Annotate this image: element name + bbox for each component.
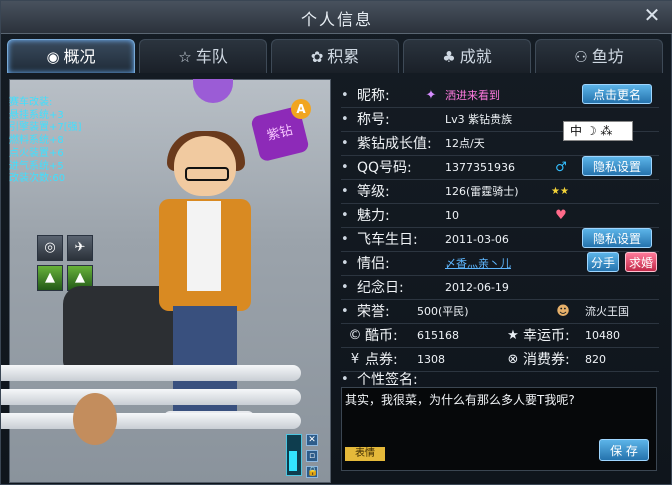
skill-slot-2[interactable]: ✈ <box>67 235 93 261</box>
heart-icon: ♥ <box>555 208 567 223</box>
overview-icon: ◉ <box>46 48 60 66</box>
fish-icon: ⚇ <box>574 48 588 66</box>
level-row: • 等级: 126(雷霆骑士) ★★ <box>341 184 569 200</box>
consumption-row: ⊗ 消费券: 820 <box>503 349 663 371</box>
skill-slot-3[interactable]: ▲ <box>37 265 63 291</box>
overlay-bar-1 <box>1 365 301 381</box>
voucher-row: ¥ 点券: 1308 <box>341 349 501 371</box>
divider <box>341 107 659 108</box>
star-icon: ☆ <box>178 48 192 66</box>
propose-button[interactable]: 求婚 <box>625 252 657 272</box>
signature-text: 其实，我很菜，为什么有那么多人要T我呢? <box>345 393 575 407</box>
lucky-star-icon: ★ <box>507 328 519 343</box>
tab-bar: ◉ 概况 ☆ 车队 ✿ 积累 ♣ 成就 ⚇ 鱼坊 <box>7 39 667 73</box>
breakup-button[interactable]: 分手 <box>587 252 619 272</box>
kingdom-icon: ☻ <box>556 304 570 319</box>
close-icon[interactable]: ✕ <box>641 4 663 26</box>
scroll-thumb[interactable] <box>289 451 297 471</box>
star-rank-icon: ★★ <box>551 186 569 197</box>
emoji-button[interactable]: 表情 <box>345 447 385 461</box>
overlay-bar-2 <box>1 389 301 405</box>
profile-window: 个人信息 ✕ ◉ 概况 ☆ 车队 ✿ 积累 ♣ 成就 ⚇ 鱼坊 赛车改装: 悬挂系统+3 … <box>0 0 672 485</box>
tab-achievement[interactable]: ♣ 成就 <box>403 39 531 73</box>
avatar-glasses <box>185 167 229 181</box>
avatar-shirt <box>187 201 221 291</box>
divider <box>341 275 659 276</box>
coolcoin-row: © 酷币: 615168 <box>348 328 460 344</box>
coolcoin-icon: © <box>348 328 362 343</box>
tab-team[interactable]: ☆ 车队 <box>139 39 267 73</box>
divider <box>341 203 659 204</box>
consumption-icon: ⊗ <box>507 352 519 367</box>
tuning-stats: 赛车改装: 悬挂系统+3 引擎装置+7[强] 燃料系统+8 点火装置+6 进气系… <box>9 97 82 185</box>
voucher-icon: ¥ <box>350 352 360 367</box>
save-button[interactable]: 保 存 <box>599 439 649 461</box>
tab-fish[interactable]: ⚇ 鱼坊 <box>535 39 663 73</box>
ime-toolbar[interactable]: 中 ☽ ⁂ <box>563 121 633 141</box>
overlay-bar-3 <box>1 413 301 429</box>
divider <box>341 179 659 180</box>
achievement-icon: ♣ <box>442 48 456 66</box>
expand-icon[interactable]: ✕ <box>306 434 318 446</box>
divider <box>341 323 659 324</box>
pet-avatar <box>73 393 117 445</box>
privacy-settings-button-2[interactable]: 隐私设置 <box>582 228 652 248</box>
privacy-settings-button-1[interactable]: 隐私设置 <box>582 156 652 176</box>
nickname-icon: ✦ <box>425 88 437 103</box>
avatar-head <box>174 136 236 196</box>
divider <box>341 299 659 300</box>
lock-icon[interactable]: 🔒 <box>306 466 318 478</box>
tab-accumulation[interactable]: ✿ 积累 <box>271 39 399 73</box>
rename-button[interactable]: 点击更名 <box>582 84 652 104</box>
vertical-scrollbar[interactable] <box>286 434 302 476</box>
window-title: 个人信息 <box>300 10 373 29</box>
partner-link[interactable]: 〆香灬亲丶儿 <box>445 253 511 275</box>
info-panel: • 昵称: ✦ 洒进来看到 点击更名 • 称号: Lv3 紫钻贵族 • 紫钻成长值: … <box>337 79 667 483</box>
badge-level-icon: A <box>291 99 311 119</box>
title-bar: 个人信息 ✕ <box>1 1 672 34</box>
skill-slot-1[interactable]: ◎ <box>37 235 63 261</box>
charm-row: • 魅力: 10 ♥ <box>341 205 663 227</box>
honor-row: • 荣誉: 500(平民) ☻ 流火王国 <box>341 304 629 320</box>
restore-icon[interactable]: ▫ <box>306 450 318 462</box>
divider <box>341 347 659 348</box>
male-icon: ♂ <box>555 160 567 175</box>
gear-icon: ✿ <box>310 48 324 66</box>
luckycoin-row: ★ 幸运币: 10480 <box>503 325 663 347</box>
tab-overview[interactable]: ◉ 概况 <box>7 39 135 73</box>
anniversary-row: • 纪念日: 2012-06-19 <box>341 280 509 296</box>
